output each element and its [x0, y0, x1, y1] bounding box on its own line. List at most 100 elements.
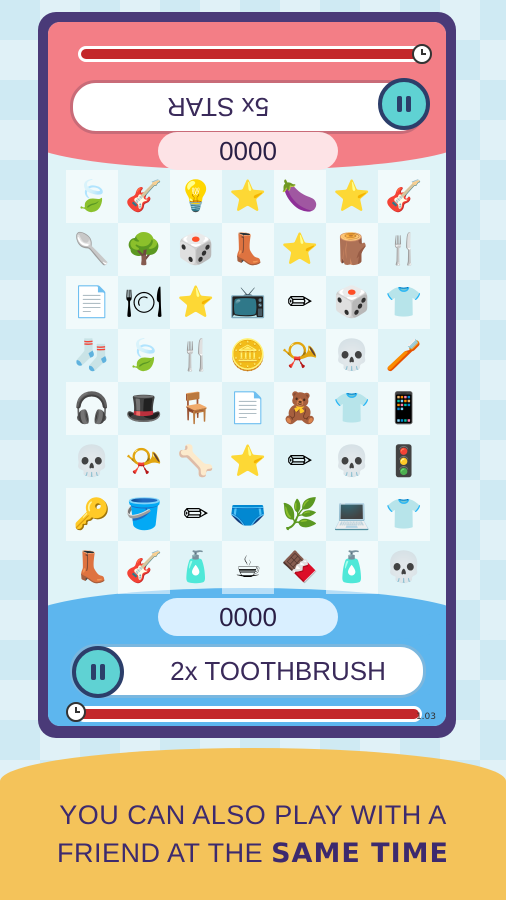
- spoon-icon: 🥄: [73, 232, 111, 267]
- grid-cell[interactable]: 🍴: [378, 223, 430, 276]
- grid-cell[interactable]: 🩲: [222, 488, 274, 541]
- star-icon: ⭐: [281, 232, 319, 267]
- grid-cell[interactable]: 🍃: [66, 170, 118, 223]
- bucket-icon: 🪣: [125, 497, 163, 532]
- grid-cell[interactable]: 🧴: [170, 541, 222, 594]
- grid-cell[interactable]: 📺: [222, 276, 274, 329]
- shirt-icon: 👕: [385, 497, 423, 532]
- grid-cell[interactable]: ⭐: [222, 435, 274, 488]
- grid-cell[interactable]: 💀: [326, 329, 378, 382]
- grid-cell[interactable]: 📱: [378, 382, 430, 435]
- tree-icon: 🌳: [125, 232, 163, 267]
- bottom-timer-bar: [76, 706, 422, 722]
- grid-cell[interactable]: 💡: [170, 170, 222, 223]
- grid-cell[interactable]: 👢: [222, 223, 274, 276]
- bush-icon: 🌿: [281, 497, 319, 532]
- grid-cell[interactable]: ⭐: [274, 223, 326, 276]
- bottle-icon: 🧴: [177, 550, 215, 585]
- grid-cell[interactable]: 🍆: [274, 170, 326, 223]
- grid-cell[interactable]: 🍴: [170, 329, 222, 382]
- grid-cell[interactable]: 🧸: [274, 382, 326, 435]
- grid-cell[interactable]: 🦴: [170, 435, 222, 488]
- chair-icon: 🪑: [177, 391, 215, 426]
- grid-cell[interactable]: 🪣: [118, 488, 170, 541]
- grid-cell[interactable]: 🎸: [118, 541, 170, 594]
- grid-cell[interactable]: 🍃: [118, 329, 170, 382]
- grid-cell[interactable]: 🪥: [378, 329, 430, 382]
- grid-cell[interactable]: ✏: [170, 488, 222, 541]
- top-pause-button[interactable]: [378, 78, 430, 130]
- grid-cell[interactable]: ☕: [222, 541, 274, 594]
- grid-cell[interactable]: 🧴: [326, 541, 378, 594]
- grid-cell[interactable]: 🌳: [118, 223, 170, 276]
- boot-icon: 👢: [73, 550, 111, 585]
- grid-cell[interactable]: ⭐: [170, 276, 222, 329]
- board-inner: 5x STAR 0000 🍃 🎸 💡 ⭐ 🍆 ⭐ 🎸 🥄 🌳 🎲 👢 ⭐ 🪵 🍴 📄 🍽 ⭐ 📺 ✏ 🎲 👕 🧦 🍃 🍴 🪙 📯 💀…: [48, 22, 446, 726]
- hat-icon: 🎩: [125, 391, 163, 426]
- grid-cell[interactable]: 👕: [326, 382, 378, 435]
- die-icon: 🎲: [333, 285, 371, 320]
- grid-cell[interactable]: 🎸: [378, 170, 430, 223]
- item-grid: 🍃 🎸 💡 ⭐ 🍆 ⭐ 🎸 🥄 🌳 🎲 👢 ⭐ 🪵 🍴 📄 🍽 ⭐ 📺 ✏ 🎲 👕 🧦 🍃 🍴 🪙 📯 💀 🪥 🎧 🎩 🪑 📄 🧸 👕 📱 💀 📯 🦴 ⭐ ✏…: [66, 170, 430, 594]
- grid-cell[interactable]: 💀: [378, 541, 430, 594]
- grid-cell[interactable]: ⭐: [222, 170, 274, 223]
- top-score-value: 0000: [219, 135, 277, 166]
- caption-bold: SAME TIME: [271, 838, 449, 869]
- grid-cell[interactable]: 🌿: [274, 488, 326, 541]
- grid-cell[interactable]: 📄: [222, 382, 274, 435]
- leaf-icon: 🍃: [73, 179, 111, 214]
- headphones-icon: 🎧: [73, 391, 111, 426]
- grid-cell[interactable]: 💻: [326, 488, 378, 541]
- paper-icon: 📄: [73, 285, 111, 320]
- grid-cell[interactable]: 🎩: [118, 382, 170, 435]
- grid-cell[interactable]: 👢: [66, 541, 118, 594]
- fork-icon: 🍴: [385, 232, 423, 267]
- grid-cell[interactable]: 🪙: [222, 329, 274, 382]
- toy-icon: 🧸: [281, 391, 319, 426]
- phone-icon: 📱: [385, 391, 423, 426]
- grid-cell[interactable]: 📯: [274, 329, 326, 382]
- grid-cell[interactable]: 🎲: [170, 223, 222, 276]
- grid-cell[interactable]: 🧦: [66, 329, 118, 382]
- grid-cell[interactable]: 🪵: [326, 223, 378, 276]
- grid-cell[interactable]: ⭐: [326, 170, 378, 223]
- toothpaste-icon: 🪥: [385, 338, 423, 373]
- bottom-pause-button[interactable]: [72, 646, 124, 698]
- grid-cell[interactable]: 🥄: [66, 223, 118, 276]
- grid-cell[interactable]: 👕: [378, 488, 430, 541]
- cone-icon: 📯: [125, 444, 163, 479]
- grid-cell[interactable]: 🪑: [170, 382, 222, 435]
- grid-cell[interactable]: 👕: [378, 276, 430, 329]
- grid-cell[interactable]: 📄: [66, 276, 118, 329]
- grid-cell[interactable]: 🎧: [66, 382, 118, 435]
- grid-cell[interactable]: 📯: [118, 435, 170, 488]
- lightbulb-icon: 💡: [177, 179, 215, 214]
- grid-cell[interactable]: 🎲: [326, 276, 378, 329]
- caption-line-2: FRIEND AT THE SAME TIME: [0, 838, 506, 869]
- eggplant-icon: 🍆: [281, 179, 319, 214]
- grid-cell[interactable]: ✏: [274, 276, 326, 329]
- guitar-icon: 🎸: [385, 179, 423, 214]
- grid-cell[interactable]: ✏: [274, 435, 326, 488]
- grid-cell[interactable]: 🍫: [274, 541, 326, 594]
- grid-cell[interactable]: 🍽: [118, 276, 170, 329]
- skull-icon: 💀: [333, 338, 371, 373]
- skull-icon: 💀: [73, 444, 111, 479]
- grid-cell[interactable]: 🔑: [66, 488, 118, 541]
- die-icon: 🎲: [177, 232, 215, 267]
- bottom-score-value: 0000: [219, 601, 277, 632]
- grid-cell[interactable]: 💀: [66, 435, 118, 488]
- grid-cell[interactable]: 💀: [326, 435, 378, 488]
- top-clock-icon: [412, 44, 432, 64]
- tablet-icon: 💻: [333, 497, 371, 532]
- boot-icon: 👢: [229, 232, 267, 267]
- star-icon: ⭐: [229, 179, 267, 214]
- grid-cell[interactable]: 🚦: [378, 435, 430, 488]
- guitar-icon: 🎸: [125, 550, 163, 585]
- star-icon: ⭐: [177, 285, 215, 320]
- grid-cell[interactable]: 🎸: [118, 170, 170, 223]
- top-target-bar: 5x STAR: [70, 80, 426, 134]
- top-target-label: 5x STAR: [166, 92, 270, 123]
- skull-icon: 💀: [385, 550, 423, 585]
- guitar-icon: 🎸: [125, 179, 163, 214]
